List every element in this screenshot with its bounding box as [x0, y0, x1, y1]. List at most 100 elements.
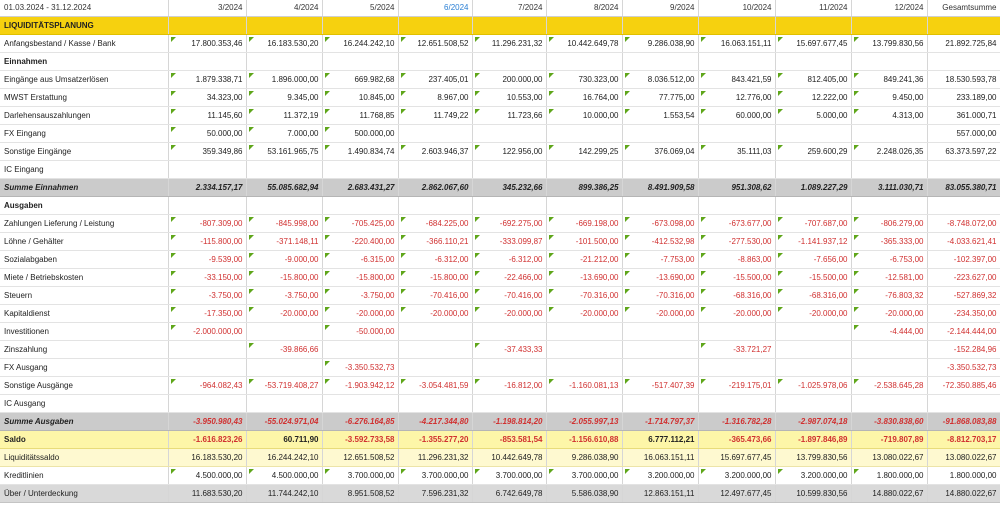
value-cell[interactable]	[168, 358, 247, 377]
month-header[interactable]: 8/2024	[546, 0, 623, 17]
value-cell[interactable]: -365.333,00	[851, 232, 928, 251]
value-cell[interactable]: -1.160.081,13	[546, 376, 623, 395]
value-cell[interactable]: -3.350.532,73	[322, 358, 399, 377]
value-cell[interactable]: 60.000,00	[698, 106, 776, 125]
value-cell[interactable]: 669.982,68	[322, 70, 399, 89]
value-cell[interactable]	[775, 160, 852, 179]
value-cell[interactable]: 2.603.946,37	[398, 142, 473, 161]
value-cell[interactable]: 3.700.000,00	[398, 466, 473, 485]
value-cell[interactable]: -33.721,27	[698, 340, 776, 359]
value-cell[interactable]	[246, 358, 323, 377]
value-cell[interactable]	[322, 340, 399, 359]
value-cell[interactable]: 730.323,00	[546, 70, 623, 89]
value-cell[interactable]: -4.444,00	[851, 322, 928, 341]
value-cell[interactable]: -845.998,00	[246, 214, 323, 233]
value-cell[interactable]: 3.700.000,00	[546, 466, 623, 485]
value-cell[interactable]: -115.800,00	[168, 232, 247, 251]
value-cell[interactable]: 122.956,00	[472, 142, 547, 161]
value-cell[interactable]: -705.425,00	[322, 214, 399, 233]
value-cell[interactable]: -20.000,00	[698, 304, 776, 323]
value-cell[interactable]: -2.000.000,00	[168, 322, 247, 341]
value-cell[interactable]: -9.000,00	[246, 250, 323, 269]
value-cell[interactable]: 8.967,00	[398, 88, 473, 107]
value-cell[interactable]: 16.764,00	[546, 88, 623, 107]
value-cell[interactable]: 4.500.000,00	[246, 466, 323, 485]
value-cell[interactable]: -15.500,00	[698, 268, 776, 287]
value-cell[interactable]	[472, 394, 547, 413]
value-cell[interactable]: -20.000,00	[546, 304, 623, 323]
value-cell[interactable]: 17.800.353,46	[168, 34, 247, 53]
value-cell[interactable]	[775, 322, 852, 341]
value-cell[interactable]: 4.500.000,00	[168, 466, 247, 485]
value-cell[interactable]: -20.000,00	[851, 304, 928, 323]
value-cell[interactable]: 812.405,00	[775, 70, 852, 89]
month-header[interactable]: 6/2024	[398, 0, 473, 17]
value-cell[interactable]: -33.150,00	[168, 268, 247, 287]
value-cell[interactable]	[246, 322, 323, 341]
value-cell[interactable]	[398, 340, 473, 359]
value-cell[interactable]	[472, 358, 547, 377]
value-cell[interactable]: -70.316,00	[622, 286, 699, 305]
value-cell[interactable]: -6.753,00	[851, 250, 928, 269]
value-cell[interactable]: -20.000,00	[398, 304, 473, 323]
value-cell[interactable]: -22.466,00	[472, 268, 547, 287]
value-cell[interactable]	[698, 358, 776, 377]
value-cell[interactable]: 3.700.000,00	[472, 466, 547, 485]
value-cell[interactable]: 7.000,00	[246, 124, 323, 143]
value-cell[interactable]: 35.111,03	[698, 142, 776, 161]
value-cell[interactable]: -20.000,00	[322, 304, 399, 323]
value-cell[interactable]	[851, 160, 928, 179]
value-cell[interactable]: -412.532,98	[622, 232, 699, 251]
value-cell[interactable]: -517.407,39	[622, 376, 699, 395]
value-cell[interactable]: -70.316,00	[546, 286, 623, 305]
value-cell[interactable]: -6.312,00	[398, 250, 473, 269]
value-cell[interactable]: -15.800,00	[322, 268, 399, 287]
value-cell[interactable]: -21.212,00	[546, 250, 623, 269]
month-header[interactable]: 11/2024	[775, 0, 852, 17]
value-cell[interactable]	[246, 160, 323, 179]
month-header[interactable]: 4/2024	[246, 0, 323, 17]
value-cell[interactable]: 376.069,04	[622, 142, 699, 161]
value-cell[interactable]: 10.442.649,78	[546, 34, 623, 53]
value-cell[interactable]: 1.896.000,00	[246, 70, 323, 89]
value-cell[interactable]	[775, 394, 852, 413]
value-cell[interactable]: -17.350,00	[168, 304, 247, 323]
value-cell[interactable]: -6.315,00	[322, 250, 399, 269]
value-cell[interactable]	[851, 124, 928, 143]
value-cell[interactable]: 13.799.830,56	[851, 34, 928, 53]
value-cell[interactable]: -806.279,00	[851, 214, 928, 233]
value-cell[interactable]: -20.000,00	[472, 304, 547, 323]
value-cell[interactable]: 5.000,00	[775, 106, 852, 125]
value-cell[interactable]: 11.723,66	[472, 106, 547, 125]
value-cell[interactable]	[622, 124, 699, 143]
month-header[interactable]: 12/2024	[851, 0, 928, 17]
value-cell[interactable]	[546, 358, 623, 377]
value-cell[interactable]	[775, 124, 852, 143]
value-cell[interactable]: 500.000,00	[322, 124, 399, 143]
month-header[interactable]: 5/2024	[322, 0, 399, 17]
value-cell[interactable]: 11.749,22	[398, 106, 473, 125]
value-cell[interactable]: -76.803,32	[851, 286, 928, 305]
value-cell[interactable]: 843.421,59	[698, 70, 776, 89]
value-cell[interactable]	[246, 394, 323, 413]
value-cell[interactable]	[398, 124, 473, 143]
value-cell[interactable]	[546, 322, 623, 341]
value-cell[interactable]: -707.687,00	[775, 214, 852, 233]
value-cell[interactable]: -37.433,33	[472, 340, 547, 359]
value-cell[interactable]: 9.345,00	[246, 88, 323, 107]
value-cell[interactable]	[622, 358, 699, 377]
value-cell[interactable]: -366.110,21	[398, 232, 473, 251]
value-cell[interactable]: 9.450,00	[851, 88, 928, 107]
value-cell[interactable]	[775, 340, 852, 359]
value-cell[interactable]	[546, 340, 623, 359]
value-cell[interactable]: -70.416,00	[398, 286, 473, 305]
value-cell[interactable]: -333.099,87	[472, 232, 547, 251]
value-cell[interactable]: 3.700.000,00	[322, 466, 399, 485]
value-cell[interactable]: 12.776,00	[698, 88, 776, 107]
value-cell[interactable]	[398, 358, 473, 377]
value-cell[interactable]: -53.719.408,27	[246, 376, 323, 395]
value-cell[interactable]: 53.161.965,75	[246, 142, 323, 161]
value-cell[interactable]	[622, 394, 699, 413]
value-cell[interactable]: 237.405,01	[398, 70, 473, 89]
month-header[interactable]: 3/2024	[168, 0, 247, 17]
